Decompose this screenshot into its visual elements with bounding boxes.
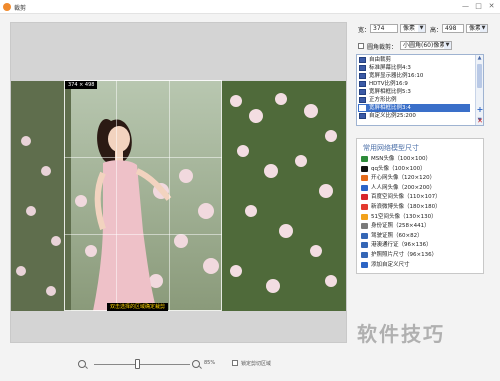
ratio-item[interactable]: HDTV比例16:9: [358, 80, 470, 88]
crop-grid-line: [169, 80, 170, 311]
ratio-item-label: 正方形比例: [369, 97, 397, 103]
chevron-down-icon: ▼: [480, 25, 487, 32]
scroll-thumb[interactable]: [477, 64, 482, 88]
height-input[interactable]: 498: [442, 24, 464, 33]
crop-grid-line: [64, 157, 222, 158]
window-title: 裁剪: [14, 5, 27, 12]
ratio-icon: [359, 73, 366, 79]
common-sizes-title: 常用网络模型尺寸: [363, 144, 419, 152]
51-icon: [361, 213, 368, 220]
common-size-label: 驾驶证照（60×82）: [371, 232, 423, 239]
crop-grid-line: [64, 234, 222, 235]
common-size-label: 51空间头像（130×130）: [371, 213, 437, 220]
maximize-button[interactable]: □: [473, 2, 484, 11]
renren-icon: [361, 184, 368, 191]
zoom-value: 85%: [204, 360, 216, 366]
license-icon: [361, 232, 368, 239]
hkpass-icon: [361, 242, 368, 249]
ratio-list[interactable]: 自由裁剪 标准屏幕比例4:3 宽屏显示器比例16:10 HDTV比例16:9 宽…: [356, 54, 484, 126]
ratio-item-label: 自定义比例25:200: [369, 113, 416, 119]
ratio-icon: [359, 65, 366, 71]
ratio-item[interactable]: 宽屏显示器比例16:10: [358, 72, 470, 80]
ratio-item-label: 自由裁剪: [369, 57, 392, 63]
ratio-icon: [359, 113, 366, 119]
lock-crop-label: 锁定剪切区域: [241, 361, 272, 367]
crop-grid-line: [116, 80, 117, 311]
ratio-icon: [359, 81, 366, 87]
common-size-label: qq头像（100×100）: [371, 165, 426, 172]
lock-crop-checkbox[interactable]: [232, 360, 238, 366]
baidu-icon: [361, 194, 368, 201]
common-size-label: 身份证照（258×441）: [371, 223, 430, 230]
zoom-slider[interactable]: [94, 364, 190, 365]
ratio-item[interactable]: 自由裁剪: [358, 56, 470, 64]
app-icon: [3, 3, 11, 11]
close-button[interactable]: ✕: [486, 2, 497, 11]
settings-panel: 宽： 374 像素 ▼ 高： 498 像素 ▼ 圆角裁剪： 小圆角(60)像素 …: [350, 18, 490, 358]
ratio-item-label: 宽屏显示器比例16:10: [369, 73, 424, 79]
common-size-label: 开心网头像（120×120）: [371, 175, 436, 182]
chevron-down-icon: ▼: [418, 25, 425, 32]
round-crop-select[interactable]: 小圆角(60)像素 ▼: [400, 41, 452, 50]
common-sizes-panel: 常用网络模型尺寸 MSN头像（100×100） qq头像（100×100） 开心网头…: [356, 138, 484, 274]
add-icon: [361, 261, 368, 268]
ratio-icon: [359, 89, 366, 95]
round-crop-label: 圆角裁剪：: [367, 44, 398, 51]
chevron-down-icon: ▼: [444, 42, 451, 49]
ratio-item-selected[interactable]: 宽屏相框比例3:4: [358, 104, 470, 112]
common-size-label: 人人网头像（200×200）: [371, 184, 436, 191]
crop-hint: 双击选择的区域确定裁剪: [107, 303, 169, 311]
ratio-item-label: 宽屏相框比例5:3: [369, 89, 411, 95]
delete-ratio-button[interactable]: ✕: [476, 117, 484, 125]
common-size-label: 港澳通行证（96×136）: [371, 242, 432, 249]
add-ratio-button[interactable]: +: [476, 106, 484, 114]
ratio-item[interactable]: 标准屏幕比例4:3: [358, 64, 470, 72]
image-canvas[interactable]: 374 × 498 双击选择的区域确定裁剪: [10, 22, 347, 343]
ratio-list-scrollbar[interactable]: ▲ ▼: [475, 55, 483, 125]
height-label: 高：: [430, 27, 443, 34]
crop-size-tag: 374 × 498: [65, 81, 98, 89]
kaixin-icon: [361, 175, 368, 182]
ratio-item[interactable]: 自定义比例25:200: [358, 112, 470, 120]
ratio-icon: [359, 97, 366, 103]
round-crop-value: 小圆角(60)像素: [403, 42, 446, 49]
common-size-label: 百度空间头像（110×107）: [371, 194, 441, 201]
ratio-icon: [359, 105, 366, 111]
round-crop-checkbox[interactable]: [358, 43, 364, 49]
height-unit-select[interactable]: 像素 ▼: [466, 24, 488, 33]
ratio-item-label: 标准屏幕比例4:3: [369, 65, 411, 71]
ratio-item-label: 宽屏相框比例3:4: [369, 105, 411, 111]
width-unit-select[interactable]: 像素 ▼: [400, 24, 426, 33]
width-input[interactable]: 374: [370, 24, 398, 33]
scroll-up-icon[interactable]: ▲: [476, 55, 483, 62]
width-unit-value: 像素: [403, 25, 416, 32]
passport-icon: [361, 252, 368, 258]
title-bar: 裁剪 — □ ✕: [0, 0, 500, 14]
watermark: 软件技巧: [357, 322, 445, 346]
ratio-icon: [359, 57, 366, 63]
msn-icon: [361, 156, 368, 162]
minimize-button[interactable]: —: [460, 2, 471, 11]
crop-selection[interactable]: [64, 80, 222, 311]
ratio-item-label: HDTV比例16:9: [369, 81, 408, 87]
ratio-item[interactable]: 宽屏相框比例5:3: [358, 88, 470, 96]
zoom-out-icon[interactable]: [78, 360, 86, 368]
common-size-label: 新浪微博头像（180×180）: [371, 204, 441, 210]
zoom-bar: 85% 锁定剪切区域: [10, 354, 347, 374]
common-size-label: 护照照片尺寸（96×136）: [371, 252, 438, 258]
zoom-in-icon[interactable]: [192, 360, 200, 368]
width-label: 宽：: [358, 27, 371, 34]
weibo-icon: [361, 204, 368, 210]
idcard-icon: [361, 223, 368, 230]
common-size-label: 添加自定义尺寸: [371, 261, 410, 268]
qq-icon: [361, 165, 368, 172]
ratio-item[interactable]: 正方形比例: [358, 96, 470, 104]
common-size-label: MSN头像（100×100）: [371, 156, 431, 162]
zoom-slider-thumb[interactable]: [135, 359, 141, 369]
